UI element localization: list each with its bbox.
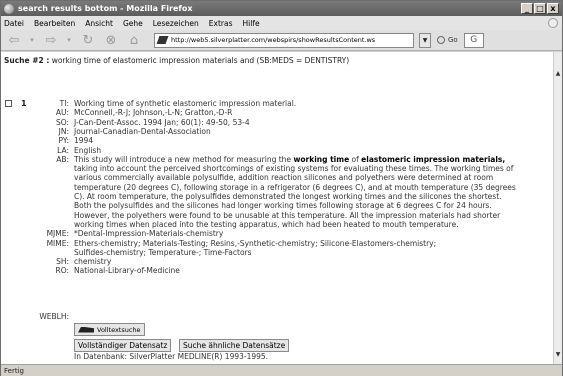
field-tag: AB: [56,154,69,164]
forward-icon[interactable]: ⇨ [42,32,60,48]
similar-records-button[interactable]: Suche ähnliche Datensätze [179,339,290,352]
field-tag: TI: [59,99,69,108]
menu-bar: Datei Bearbeiten Ansicht Gehe Lesezeiche… [1,16,562,30]
field-value: Journal-Canadian-Dental-Association [74,127,544,136]
field-line: C). At room temperature, the polysulfide… [74,191,502,201]
field-tag: JN: [58,126,69,136]
field-value: 1994 [74,136,544,145]
field-line: *Dental-Impression-Materials-chemistry [74,229,224,239]
field-line: J-Can-Dent-Assoc. 1994 Jan; 60(1): 49-50… [74,117,250,127]
field-tag: LA: [57,145,69,155]
maximize-button[interactable]: □ [534,3,546,14]
field-line: Both the polysulfides and the silicones … [74,201,492,211]
field-line: Sulfides-chemistry; Temperature-; Time-F… [74,247,252,257]
title-bar: search results bottom - Mozilla Firefox … [1,1,562,16]
field-tag: RO: [55,266,69,276]
navigation-toolbar: ⇦ ▾ ⇨ ▾ ↻ ⊗ ⌂ http://web5.silverplatter.… [1,30,562,51]
field-value: This study will introduce a new method f… [74,155,544,229]
field-tag: MIME: [46,238,69,248]
page-content: Suche #2 : working time of elastomeric i… [1,52,554,364]
field-line: Ethers-chemistry; Materials-Testing; Res… [74,238,437,248]
field-line: This study will introduce a new method f… [74,154,506,164]
firefox-icon [4,3,14,14]
field-value: Ethers-chemistry; Materials-Testing; Res… [74,239,544,258]
vertical-scrollbar[interactable]: ▲ ▼ [553,52,562,364]
url-bar[interactable]: http://web5.silverplatter.com/webspirs/s… [154,32,414,48]
menu-extras[interactable]: Extras [209,19,233,28]
url-text[interactable]: http://web5.silverplatter.com/webspirs/s… [171,36,375,44]
field-tag: PY: [58,136,69,146]
volltextsuche-button[interactable]: Volltextsuche [74,323,145,336]
field-line: English [74,145,102,155]
volltextsuche-label: Volltextsuche [97,325,141,334]
field-tag: SO: [55,117,69,127]
go-button[interactable]: Go [437,36,458,44]
field-tag: AU: [55,108,69,118]
go-label: Go [448,36,458,44]
field-value: McConnell,-R-J; Johnson,-L-N; Gratton,-D… [74,108,544,117]
menu-ansicht[interactable]: Ansicht [85,19,113,28]
field-line: McConnell,-R-J; Johnson,-L-N; Gratton,-D… [74,108,233,118]
field-line: chemistry [74,257,112,267]
scroll-down-icon[interactable]: ▼ [554,351,562,360]
menu-bearbeiten[interactable]: Bearbeiten [34,19,75,28]
field-tag: MJME: [46,229,69,239]
menu-datei[interactable]: Datei [4,19,24,28]
highlight-term: working time [293,154,350,164]
window-title: search results bottom - Mozilla Firefox [18,4,193,13]
field-value: National-Library-of-Medicine [74,266,544,275]
field-line: National-Library-of-Medicine [74,266,180,276]
minimize-button[interactable]: _ [521,3,533,14]
database-text: In Datenbank: SilverPlatter MEDLINE(R) 1… [74,352,269,361]
field-value: J-Can-Dent-Assoc. 1994 Jan; 60(1): 49-50… [74,118,544,127]
fulltext-icon [78,326,94,333]
menu-gehe[interactable]: Gehe [123,19,143,28]
full-record-button[interactable]: Vollständiger Datensatz [74,339,172,352]
window-controls: _ □ x [521,3,559,14]
menu-hilfe[interactable]: Hilfe [243,19,260,28]
field-line: Working time of synthetic elastomeric im… [74,99,297,108]
field-line: taking into account the perceived shortc… [74,164,514,174]
field-line: However, the polyethers were found to be… [74,210,501,220]
field-value: English [74,146,544,155]
search-engine-box[interactable]: G [463,32,484,48]
close-button[interactable]: x [547,3,559,14]
field-line: temperature (20 degrees C), following st… [74,182,516,192]
query-label: Suche #2 : [4,56,50,65]
field-line: various commercially available polysulfi… [74,173,494,183]
scroll-up-icon[interactable]: ▲ [554,70,562,79]
field-line: Journal-Canadian-Dental-Association [74,126,211,136]
status-bar: Fertig [1,364,562,376]
status-text: Fertig [4,366,24,375]
highlight-term: elastomeric impression materials, [361,154,506,164]
field-value: chemistry [74,257,544,266]
field-value: *Dental-Impression-Materials-chemistry [74,229,544,238]
stop-icon[interactable]: ⊗ [102,32,120,48]
home-icon[interactable]: ⌂ [125,32,143,48]
url-dropdown-icon[interactable]: ▼ [419,32,431,48]
field-line: 1994 [74,136,94,146]
field-line: working times when placed into the testi… [74,219,459,229]
field-value: Working time of synthetic elastomeric im… [74,99,544,108]
forward-dropdown-icon[interactable]: ▾ [65,32,73,48]
throbber-icon [548,18,558,28]
browser-window: search results bottom - Mozilla Firefox … [0,0,563,376]
menu-lesezeichen[interactable]: Lesezeichen [153,19,199,28]
back-dropdown-icon[interactable]: ▾ [28,32,36,48]
page-favicon-icon [156,36,169,44]
field-tag: SH: [56,257,69,267]
go-icon [437,36,445,44]
query-line: Suche #2 : working time of elastomeric i… [4,56,349,65]
reload-icon[interactable]: ↻ [79,32,97,48]
back-icon[interactable]: ⇦ [5,32,23,48]
query-text: working time of elastomeric impression m… [51,56,350,65]
field-tag: WEBLH: [39,312,69,321]
